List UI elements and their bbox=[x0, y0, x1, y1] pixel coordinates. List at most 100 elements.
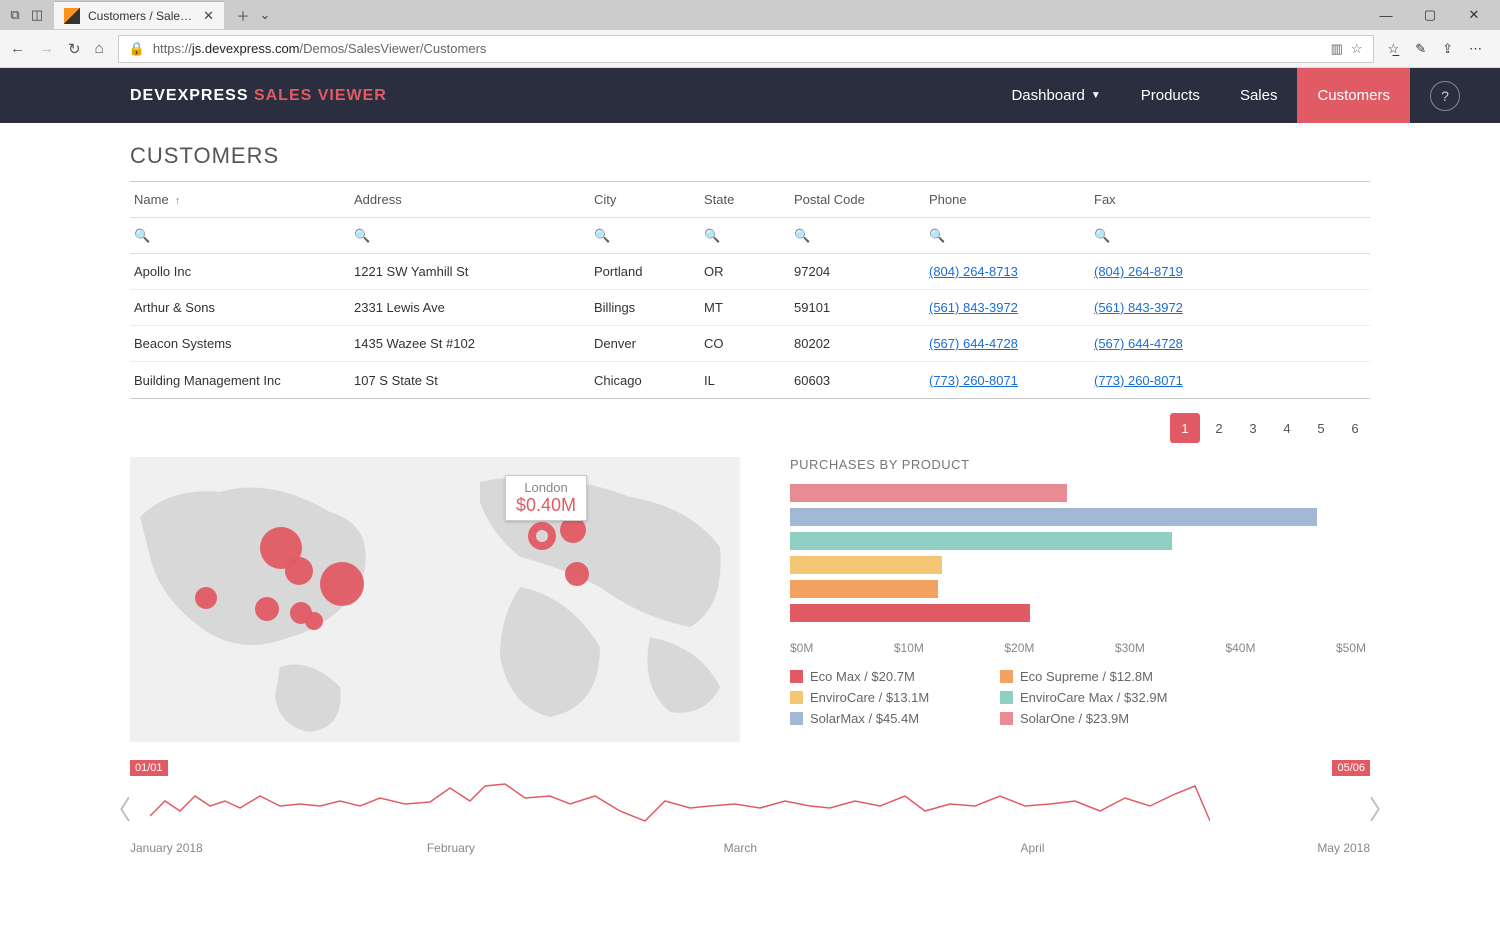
tooltip-city: London bbox=[516, 480, 576, 495]
timeline-start-badge[interactable]: 01/01 bbox=[130, 760, 168, 776]
bar-eco-max[interactable] bbox=[790, 604, 1030, 622]
favicon-icon bbox=[64, 8, 80, 24]
bar-envirocare[interactable] bbox=[790, 556, 942, 574]
map-bubble[interactable] bbox=[305, 612, 323, 630]
bar-solarmax[interactable] bbox=[790, 508, 1317, 526]
legend-item[interactable]: Eco Supreme / $12.8M bbox=[1000, 669, 1180, 684]
page-6[interactable]: 6 bbox=[1340, 413, 1370, 443]
map-bubble[interactable] bbox=[285, 557, 313, 585]
cell-postal: 60603 bbox=[790, 373, 925, 388]
cell-state: MT bbox=[700, 300, 790, 315]
table-row[interactable]: Apollo Inc1221 SW Yamhill StPortlandOR97… bbox=[130, 254, 1370, 290]
timeline[interactable]: 01/01 05/06 〈 〉 January 2018FebruaryMarc… bbox=[130, 760, 1370, 855]
phone-link[interactable]: (804) 264-8713 bbox=[929, 264, 1018, 279]
col-city[interactable]: City bbox=[590, 192, 700, 207]
legend-item[interactable]: SolarOne / $23.9M bbox=[1000, 711, 1180, 726]
axis-tick: $40M bbox=[1225, 641, 1255, 655]
table-row[interactable]: Building Management Inc107 S State StChi… bbox=[130, 362, 1370, 398]
notes-icon[interactable]: ✎ bbox=[1415, 41, 1426, 57]
more-icon[interactable]: ⋯ bbox=[1469, 41, 1482, 57]
legend-item[interactable]: SolarMax / $45.4M bbox=[790, 711, 970, 726]
col-phone[interactable]: Phone bbox=[925, 192, 1090, 207]
filter-city[interactable]: 🔍 bbox=[590, 228, 700, 244]
favorites-icon[interactable]: ☆̲ bbox=[1388, 41, 1400, 57]
fax-link[interactable]: (561) 843-3972 bbox=[1094, 300, 1183, 315]
col-state[interactable]: State bbox=[700, 192, 790, 207]
page-4[interactable]: 4 bbox=[1272, 413, 1302, 443]
minimize-button[interactable]: — bbox=[1364, 1, 1408, 29]
filter-postal[interactable]: 🔍 bbox=[790, 228, 925, 244]
map-bubble[interactable] bbox=[255, 597, 279, 621]
browser-tab[interactable]: Customers / Sale Viewe ✕ bbox=[54, 1, 224, 29]
filter-address[interactable]: 🔍 bbox=[350, 228, 590, 244]
forward-button[interactable]: → bbox=[39, 40, 54, 57]
fax-link[interactable]: (773) 260-8071 bbox=[1094, 373, 1183, 388]
new-tab-icon[interactable]: ＋ bbox=[232, 4, 254, 26]
legend-item[interactable]: EnviroCare / $13.1M bbox=[790, 690, 970, 705]
pager: 123456 bbox=[130, 399, 1370, 457]
page-2[interactable]: 2 bbox=[1204, 413, 1234, 443]
phone-link[interactable]: (567) 644-4728 bbox=[929, 336, 1018, 351]
map-bubble-selected[interactable] bbox=[528, 522, 556, 550]
close-tab-icon[interactable]: ✕ bbox=[203, 8, 214, 24]
bar-row bbox=[790, 554, 1370, 576]
bar-solarone[interactable] bbox=[790, 484, 1067, 502]
map-bubble[interactable] bbox=[195, 587, 217, 609]
phone-link[interactable]: (561) 843-3972 bbox=[929, 300, 1018, 315]
reading-view-icon[interactable]: ▥ bbox=[1331, 41, 1343, 57]
close-window-button[interactable]: ✕ bbox=[1452, 1, 1496, 29]
recent-activity-icon[interactable]: ⧉ bbox=[4, 4, 26, 26]
back-button[interactable]: ← bbox=[10, 40, 25, 57]
home-button[interactable]: ⌂ bbox=[95, 40, 104, 57]
table-row[interactable]: Beacon Systems1435 Wazee St #102DenverCO… bbox=[130, 326, 1370, 362]
timeline-next-icon[interactable]: 〉 bbox=[1369, 790, 1395, 827]
bar-chart[interactable] bbox=[790, 482, 1370, 637]
legend-swatch bbox=[790, 670, 803, 683]
filter-fax[interactable]: 🔍 bbox=[1090, 228, 1370, 244]
favorite-star-icon[interactable]: ☆ bbox=[1351, 41, 1363, 57]
help-button[interactable]: ? bbox=[1430, 81, 1460, 111]
fax-link[interactable]: (804) 264-8719 bbox=[1094, 264, 1183, 279]
nav-sales[interactable]: Sales bbox=[1220, 68, 1298, 123]
cell-city: Denver bbox=[590, 336, 700, 351]
cell-address: 107 S State St bbox=[350, 373, 590, 388]
bar-eco-supreme[interactable] bbox=[790, 580, 938, 598]
filter-state[interactable]: 🔍 bbox=[700, 228, 790, 244]
map-bubble[interactable] bbox=[320, 562, 364, 606]
timeline-end-badge[interactable]: 05/06 bbox=[1332, 760, 1370, 776]
col-name[interactable]: Name↑ bbox=[130, 192, 350, 207]
col-address[interactable]: Address bbox=[350, 192, 590, 207]
filter-phone[interactable]: 🔍 bbox=[925, 228, 1090, 244]
cell-city: Billings bbox=[590, 300, 700, 315]
share-icon[interactable]: ⇪ bbox=[1442, 41, 1453, 57]
url-bar[interactable]: 🔒 https://js.devexpress.com/Demos/SalesV… bbox=[118, 35, 1374, 63]
timeline-prev-icon[interactable]: 〈 bbox=[105, 790, 131, 827]
refresh-button[interactable]: ↻ bbox=[68, 40, 81, 58]
col-fax[interactable]: Fax bbox=[1090, 192, 1370, 207]
content: CUSTOMERS Name↑ Address City State Posta… bbox=[0, 123, 1500, 865]
filter-name[interactable]: 🔍 bbox=[130, 228, 350, 244]
nav-products[interactable]: Products bbox=[1121, 68, 1220, 123]
maximize-button[interactable]: ▢ bbox=[1408, 1, 1452, 29]
page-3[interactable]: 3 bbox=[1238, 413, 1268, 443]
nav-dashboard[interactable]: Dashboard ▼ bbox=[991, 68, 1120, 123]
bar-row bbox=[790, 602, 1370, 624]
reserve-tabs-icon[interactable]: ◫ bbox=[26, 4, 48, 26]
legend-item[interactable]: EnviroCare Max / $32.9M bbox=[1000, 690, 1180, 705]
page-5[interactable]: 5 bbox=[1306, 413, 1336, 443]
tab-chevron-icon[interactable]: ⌄ bbox=[254, 4, 276, 26]
col-postal[interactable]: Postal Code bbox=[790, 192, 925, 207]
bar-envirocare-max[interactable] bbox=[790, 532, 1172, 550]
phone-link[interactable]: (773) 260-8071 bbox=[929, 373, 1018, 388]
nav-customers[interactable]: Customers bbox=[1297, 68, 1410, 123]
legend-label: Eco Supreme / $12.8M bbox=[1020, 669, 1153, 684]
table-row[interactable]: Arthur & Sons2331 Lewis AveBillingsMT591… bbox=[130, 290, 1370, 326]
page-1[interactable]: 1 bbox=[1170, 413, 1200, 443]
legend-label: SolarOne / $23.9M bbox=[1020, 711, 1129, 726]
legend-item[interactable]: Eco Max / $20.7M bbox=[790, 669, 970, 684]
map-bubble[interactable] bbox=[565, 562, 589, 586]
fax-link[interactable]: (567) 644-4728 bbox=[1094, 336, 1183, 351]
map-panel[interactable]: London $0.40M bbox=[130, 457, 740, 742]
cell-postal: 97204 bbox=[790, 264, 925, 279]
axis-tick: $10M bbox=[894, 641, 924, 655]
